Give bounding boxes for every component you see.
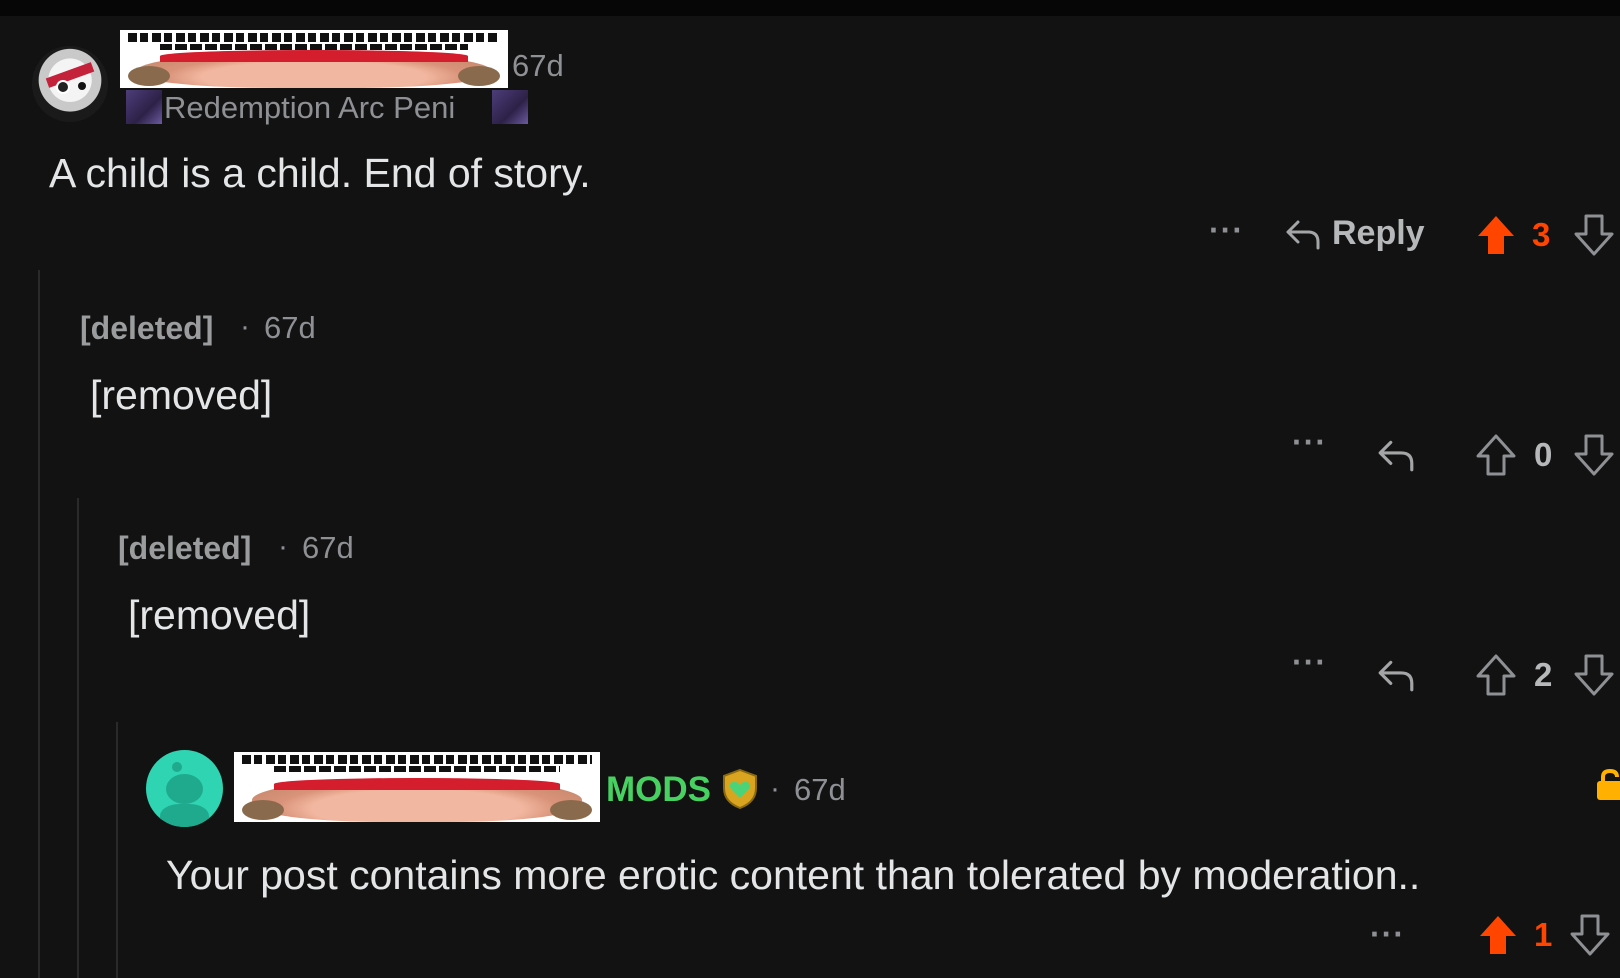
username[interactable]: [deleted] xyxy=(118,530,251,567)
comment-body: Your post contains more erotic content t… xyxy=(166,852,1421,898)
vote-count: 2 xyxy=(1534,656,1553,693)
downvote-arrow-icon[interactable] xyxy=(1574,214,1614,256)
flair-emoji-right xyxy=(492,90,528,124)
user-flair: Redemption Arc Peni xyxy=(164,90,456,125)
downvote-arrow-icon[interactable] xyxy=(1574,434,1614,476)
upvote-arrow-icon[interactable] xyxy=(1476,214,1516,256)
thread-line-level-1[interactable] xyxy=(38,270,40,978)
upvote-arrow-icon[interactable] xyxy=(1476,434,1516,476)
thread-line-level-2[interactable] xyxy=(77,498,79,978)
separator-dot: · xyxy=(240,310,250,343)
upvote-arrow-icon[interactable] xyxy=(1478,914,1518,956)
avatar[interactable] xyxy=(146,750,223,827)
lock-icon xyxy=(1597,768,1620,800)
comment-time: 67d xyxy=(302,530,354,565)
comment-body: A child is a child. End of story. xyxy=(49,150,591,196)
reply-label: Reply xyxy=(1332,214,1425,252)
comment-body: [removed] xyxy=(128,592,311,638)
more-dots-icon[interactable]: ··· xyxy=(1209,212,1244,249)
reply-arrow-icon[interactable] xyxy=(1376,656,1416,694)
reply-arrow-icon xyxy=(1286,220,1320,250)
separator-dot: · xyxy=(278,530,288,563)
downvote-arrow-icon[interactable] xyxy=(1574,654,1614,696)
avatar[interactable] xyxy=(32,46,108,122)
username-image[interactable] xyxy=(120,30,508,88)
username-image[interactable] xyxy=(234,752,600,822)
more-dots-icon[interactable]: ··· xyxy=(1292,644,1327,681)
upvote-arrow-icon[interactable] xyxy=(1476,654,1516,696)
reply-button[interactable]: Reply xyxy=(1284,214,1426,258)
top-bar xyxy=(0,0,1620,16)
username[interactable]: [deleted] xyxy=(80,310,213,347)
separator-dot: · xyxy=(770,772,780,805)
downvote-arrow-icon[interactable] xyxy=(1570,914,1610,956)
thread-line-level-3[interactable] xyxy=(116,722,118,978)
shield-icon xyxy=(723,768,757,810)
more-dots-icon[interactable]: ··· xyxy=(1370,916,1405,953)
reply-arrow-icon[interactable] xyxy=(1376,436,1416,474)
vote-count: 1 xyxy=(1534,916,1553,953)
comment-time: 67d xyxy=(512,48,564,83)
comment-body: [removed] xyxy=(90,372,273,418)
vote-count: 0 xyxy=(1534,436,1553,473)
mod-flair: MODS xyxy=(606,770,711,809)
flair-emoji-left xyxy=(126,90,162,124)
comment-time: 67d xyxy=(264,310,316,345)
vote-count: 3 xyxy=(1532,216,1551,253)
comment-time: 67d xyxy=(794,772,846,807)
more-dots-icon[interactable]: ··· xyxy=(1292,424,1327,461)
